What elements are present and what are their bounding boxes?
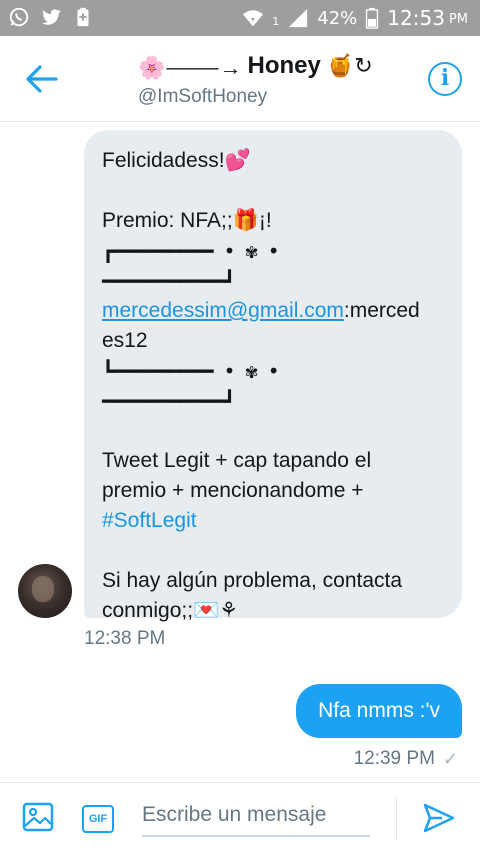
- message-line: Felicidadess!💕: [102, 149, 251, 172]
- message-line: mercedessim@gmail.com:merced: [102, 296, 444, 326]
- message-line: Si hay algún problema, contacta: [102, 569, 403, 592]
- info-icon[interactable]: i: [428, 62, 462, 96]
- composer-divider: [396, 797, 397, 841]
- whatsapp-icon: [9, 7, 29, 27]
- message-line: Premio: NFA;;🎁¡!: [102, 209, 272, 232]
- name-prefix-emoji: 🌸⸻→: [138, 55, 242, 80]
- battery-icon: [366, 7, 379, 29]
- message-line: premio + mencionandome +: [102, 479, 364, 502]
- message-line: es12: [102, 329, 148, 352]
- battery-percent: 42%: [317, 7, 358, 29]
- wifi-icon: [243, 10, 264, 27]
- message-line: #SoftLegit: [102, 506, 444, 536]
- name-suffix-emoji: 🍯↻: [326, 53, 373, 78]
- incoming-message-bubble[interactable]: Felicidadess!💕 Premio: NFA;;🎁¡! ┏━━━━━━━…: [84, 130, 462, 622]
- message-line: conmigo;;💌⚘: [102, 599, 239, 622]
- signal-icon: [289, 8, 308, 28]
- outgoing-timestamp: 12:39 PM: [353, 748, 435, 769]
- message-decoration: ━━━━━━━━━━━┛: [102, 389, 236, 413]
- twitter-icon: [42, 9, 61, 25]
- contact-handle: @ImSoftHoney: [138, 86, 268, 107]
- outgoing-message-text: Nfa nmms :'v: [318, 699, 440, 722]
- status-bar: 1 42% 12:53 PM: [0, 0, 480, 36]
- back-arrow-icon[interactable]: [24, 64, 58, 94]
- send-icon[interactable]: [422, 801, 456, 835]
- hashtag-link[interactable]: #SoftLegit: [102, 509, 197, 532]
- clock-ampm: PM: [448, 12, 468, 27]
- conversation-header: 🌸⸻→ Honey 🍯↻ @ImSoftHoney i: [0, 36, 480, 122]
- message-line: [102, 176, 444, 206]
- message-line: [102, 416, 444, 446]
- outgoing-message-bubble[interactable]: Nfa nmms :'v: [296, 684, 462, 738]
- image-icon[interactable]: [22, 801, 54, 833]
- gif-button[interactable]: GIF: [82, 805, 114, 833]
- clock: 12:53: [387, 6, 445, 30]
- message-input[interactable]: [142, 795, 370, 837]
- message-line: [102, 536, 444, 566]
- avatar[interactable]: [18, 564, 72, 618]
- incoming-timestamp: 12:38 PM: [84, 628, 166, 649]
- sent-check-icon: ✓: [442, 748, 458, 769]
- message-decoration: ┏━━━━━━━━━ • ✾ •: [102, 239, 280, 263]
- contact-name: Honey: [247, 52, 321, 79]
- message-composer: GIF: [0, 782, 480, 854]
- outgoing-timestamp-row: 12:39 PM ✓: [354, 748, 458, 770]
- message-decoration: ━━━━━━━━━━━┛: [102, 269, 236, 293]
- battery-saver-icon: [77, 7, 89, 27]
- sim-label: 1: [272, 15, 280, 28]
- email-link[interactable]: mercedessim@gmail.com: [102, 299, 344, 322]
- message-decoration: ┗━━━━━━━━━ • ✾ •: [102, 359, 280, 383]
- contact-name-row: 🌸⸻→ Honey 🍯↻: [138, 50, 373, 82]
- conversation-title[interactable]: 🌸⸻→ Honey 🍯↻ @ImSoftHoney: [138, 50, 373, 108]
- message-text: :merced: [343, 299, 420, 322]
- message-line: Tweet Legit + cap tapando el: [102, 449, 372, 472]
